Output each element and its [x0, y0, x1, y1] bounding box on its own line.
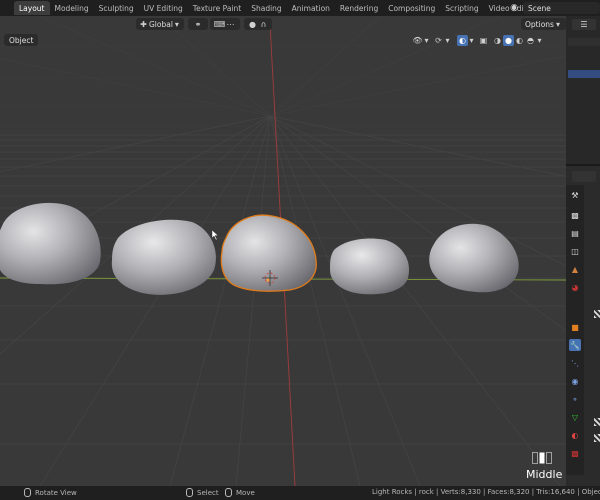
scene-tab-icon[interactable]: ▲: [569, 263, 581, 275]
visibility-icon[interactable]: 👁: [412, 35, 423, 46]
options-dropdown[interactable]: Options ▾: [521, 18, 566, 30]
background-grid: [0, 16, 566, 127]
physics-tab-icon[interactable]: ◉: [569, 375, 581, 387]
rock-4[interactable]: [330, 238, 410, 295]
view-hint-label: Middle: [526, 468, 563, 481]
transform-orientation-dropdown[interactable]: ✚ Global ▾: [136, 18, 184, 30]
tab-texture-paint[interactable]: Texture Paint: [188, 1, 246, 15]
gizmo-icon[interactable]: ⟳: [433, 35, 444, 46]
pivot-dropdown[interactable]: ⚭: [188, 18, 208, 30]
material-tab-icon[interactable]: ◐: [569, 429, 581, 441]
visibility-controls: 👁 ▾ ⟳ ▾ ◐ ▾ ▣ ◑ ● ◐ ◓ ▾: [412, 34, 543, 46]
workspace-tab-bar: Layout Modeling Sculpting UV Editing Tex…: [0, 0, 600, 16]
object-origin: [266, 278, 270, 282]
tab-animation[interactable]: Animation: [287, 1, 335, 15]
object-mode-menu[interactable]: Object: [4, 34, 39, 46]
shading-render-icon[interactable]: ◓: [525, 35, 536, 46]
tab-compositing[interactable]: Compositing: [383, 1, 440, 15]
scene-icon[interactable]: ◉: [506, 2, 522, 14]
editor-type-icon[interactable]: ☰: [572, 19, 596, 30]
chevron-down-icon[interactable]: ▾: [444, 35, 451, 46]
outliner-row[interactable]: [568, 82, 600, 90]
viewport-header: ✚ Global ▾ ⚭ ⌨ ⋯ ● ∩ Options ▾ Object 👁 …: [0, 16, 566, 46]
texture-tab-icon[interactable]: ▩: [569, 447, 581, 459]
status-left-label: Rotate View: [35, 488, 77, 497]
falloff-icon: ∩: [260, 19, 267, 29]
rock-5[interactable]: [429, 223, 519, 293]
modifier-tab-icon[interactable]: 🔧: [569, 339, 581, 351]
scene-stats-text: Light Rocks | rock | Verts:8,330 | Faces…: [372, 488, 600, 496]
shading-wire-icon[interactable]: ◑: [492, 35, 503, 46]
options-label: Options: [525, 19, 554, 29]
tab-scripting[interactable]: Scripting: [440, 1, 483, 15]
properties-editor-type-icon[interactable]: [572, 171, 596, 182]
shading-material-icon[interactable]: ◐: [514, 35, 525, 46]
snap-icon: ⌨: [213, 19, 226, 29]
tab-rendering[interactable]: Rendering: [335, 1, 383, 15]
floor-grid: [0, 115, 566, 486]
rock-2[interactable]: [111, 219, 216, 295]
pivot-icon: ⚭: [194, 19, 202, 29]
chevron-down-icon: ▾: [174, 19, 179, 29]
chevron-down-icon[interactable]: ▾: [536, 35, 543, 46]
scene-selector[interactable]: Scene: [523, 2, 600, 14]
outliner-row-selected[interactable]: [568, 70, 600, 78]
snap-toggle[interactable]: ⌨ ⋯: [210, 18, 240, 30]
outliner-row[interactable]: [568, 106, 600, 114]
overlay-icon[interactable]: ◐: [457, 34, 468, 46]
outliner-row[interactable]: [568, 94, 600, 102]
mouse-pointer-icon: [211, 229, 219, 241]
properties-tab-column: ⚒ ▩ ▤ ◫ ▲ ◕ ■ 🔧 ⋱ ◉ ⚬ ▽ ◐ ▩: [566, 185, 584, 475]
proportional-edit-icon: ●: [249, 19, 256, 29]
constraints-tab-icon[interactable]: ⚬: [569, 393, 581, 405]
status-bar: Rotate View Select Move Light Rocks | ro…: [0, 486, 600, 500]
tab-shading[interactable]: Shading: [246, 1, 286, 15]
tab-uv-editing[interactable]: UV Editing: [139, 1, 188, 15]
chevron-down-icon[interactable]: ▾: [468, 35, 475, 46]
tool-tab-icon[interactable]: ⚒: [569, 189, 581, 201]
status-move-label: Move: [236, 488, 255, 497]
rock-1[interactable]: [0, 203, 101, 285]
mouse-left-icon: [186, 488, 193, 497]
3d-viewport[interactable]: ✚ Global ▾ ⚭ ⌨ ⋯ ● ∩ Options ▾ Object 👁 …: [0, 16, 566, 486]
snap-target-icon: ⋯: [226, 19, 235, 29]
tab-modeling[interactable]: Modeling: [50, 1, 94, 15]
output-tab-icon[interactable]: ▤: [569, 227, 581, 239]
transform-orientation-icon: ✚: [140, 19, 147, 29]
checker-swatch: [594, 418, 600, 426]
mouse-button-icon: [532, 452, 552, 464]
viewport-scene[interactable]: [0, 16, 566, 486]
data-tab-icon[interactable]: ▽: [569, 411, 581, 423]
checker-swatch: [594, 310, 600, 318]
proportional-edit-toggle[interactable]: ● ∩: [244, 18, 272, 30]
object-tab-icon[interactable]: ■: [569, 321, 581, 333]
mouse-right-icon: [225, 488, 232, 497]
tab-layout[interactable]: Layout: [14, 1, 50, 15]
status-rotate-view: Rotate View: [24, 488, 77, 497]
tab-sculpting[interactable]: Sculpting: [94, 1, 139, 15]
xray-icon[interactable]: ▣: [478, 35, 489, 46]
chevron-down-icon: ▾: [555, 19, 560, 29]
shading-solid-icon[interactable]: ●: [503, 34, 514, 46]
status-select: Select: [186, 488, 219, 497]
checker-swatch: [594, 434, 600, 442]
outliner-row[interactable]: [568, 118, 600, 126]
view-layer-tab-icon[interactable]: ◫: [569, 245, 581, 257]
mouse-middle-icon: [24, 488, 31, 497]
chevron-down-icon[interactable]: ▾: [423, 35, 430, 46]
particles-tab-icon[interactable]: ⋱: [569, 357, 581, 369]
outliner-row[interactable]: [568, 38, 600, 46]
status-select-label: Select: [197, 488, 219, 497]
transform-orientation-label: Global: [149, 19, 173, 29]
render-tab-icon[interactable]: ▩: [569, 209, 581, 221]
world-tab-icon[interactable]: ◕: [569, 281, 581, 293]
status-move: Move: [225, 488, 255, 497]
status-stats: Light Rocks | rock | Verts:8,330 | Faces…: [372, 488, 600, 496]
outliner-row[interactable]: [568, 50, 600, 58]
